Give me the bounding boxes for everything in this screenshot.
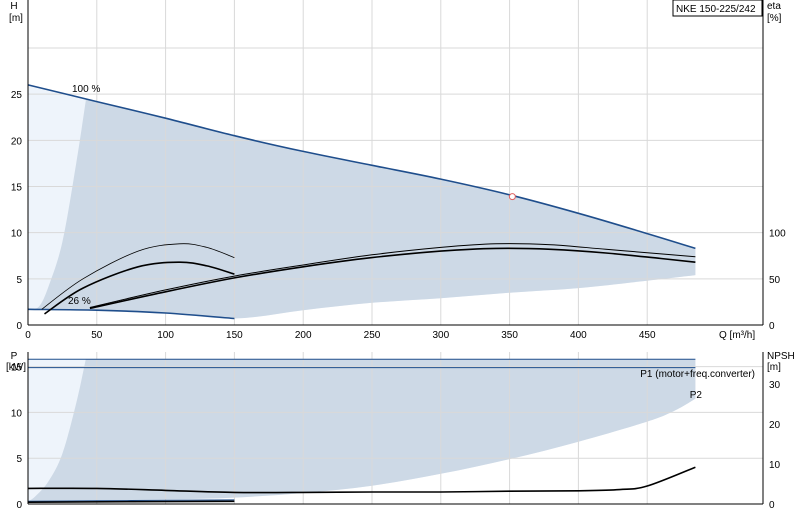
y-right-tick-1-2: 100 xyxy=(769,229,786,240)
x-tick-1-9: 450 xyxy=(639,330,656,341)
x-tick-1-4: 200 xyxy=(295,330,312,341)
y-left-tick-2-0: 0 xyxy=(16,500,22,511)
y-right-tick-2-2: 20 xyxy=(769,420,781,431)
y-right-title-1: eta xyxy=(767,1,781,12)
y-left-tick-1-0: 0 xyxy=(16,321,22,332)
y-right-tick-2-1: 10 xyxy=(769,460,781,471)
y-left-tick-1-3: 15 xyxy=(11,183,23,194)
x-tick-1-2: 100 xyxy=(157,330,174,341)
legend-p1: P1 (motor+freq.converter) xyxy=(640,369,755,380)
y-left-unit-1: [m] xyxy=(9,13,23,24)
pump-curve-chart: 0 5 10 15 20 25 0 50 100 H [m] eta [%] 0 50 100 150 200 25… xyxy=(0,0,800,520)
y-left-tick-1-1: 5 xyxy=(16,275,22,286)
y-left-tick-2-2: 10 xyxy=(11,408,23,419)
y-right-tick-2-3: 30 xyxy=(769,380,781,391)
y-left-title-1: H xyxy=(10,1,17,12)
x-axis-title-1: Q [m³/h] xyxy=(719,330,755,341)
annotation-100pct: 100 % xyxy=(72,84,100,95)
model-title: NKE 150-225/242 xyxy=(676,4,756,15)
y-right-tick-1-1: 50 xyxy=(769,275,781,286)
y-right-unit-1: [%] xyxy=(767,13,782,24)
y-right-unit-2: [m] xyxy=(767,362,781,373)
x-tick-1-6: 300 xyxy=(432,330,449,341)
y-left-tick-1-2: 10 xyxy=(11,229,23,240)
x-tick-1-1: 50 xyxy=(91,330,103,341)
x-tick-1-7: 350 xyxy=(501,330,518,341)
legend-p2: P2 xyxy=(690,390,703,401)
model-label-box: NKE 150-225/242 xyxy=(672,0,763,17)
y-right-title-2: NPSH xyxy=(767,351,795,362)
y-left-tick-1-5: 25 xyxy=(11,90,23,101)
x-tick-1-0: 0 xyxy=(25,330,31,341)
x-tick-1-5: 250 xyxy=(364,330,381,341)
y-left-unit-2: [kW] xyxy=(6,362,26,373)
y-right-tick-1-0: 0 xyxy=(769,321,775,332)
annotation-26pct: 26 % xyxy=(68,296,91,307)
y-left-title-2: P xyxy=(11,351,18,362)
pump-curve-svg: 0510152025050100H[m]eta[%]0 50 100 150 200 25… xyxy=(6,0,795,511)
y-left-tick-1-4: 20 xyxy=(11,136,23,147)
series-2-power-min-dark xyxy=(27,500,235,503)
x-tick-1-3: 150 xyxy=(226,330,243,341)
x-tick-1-8: 400 xyxy=(570,330,587,341)
operating-point-marker xyxy=(508,193,516,201)
y-left-tick-2-1: 5 xyxy=(16,454,22,465)
y-right-tick-2-0: 0 xyxy=(769,500,775,511)
